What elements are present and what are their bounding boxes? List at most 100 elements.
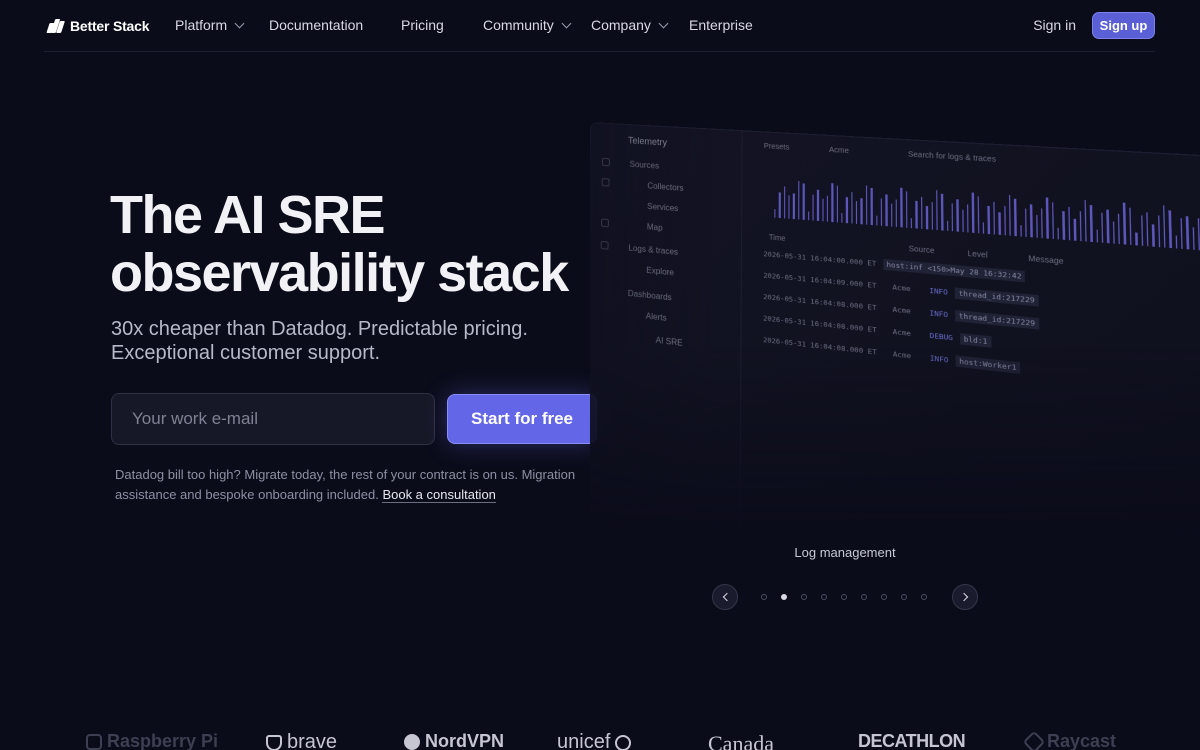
carousel-dot[interactable] — [861, 594, 867, 600]
histogram-bar — [1079, 211, 1081, 241]
histogram-bar — [1052, 202, 1054, 239]
histogram-bar — [906, 191, 908, 228]
histogram-bar — [1046, 198, 1048, 239]
histogram-bar — [1030, 204, 1032, 237]
histogram-bar — [841, 213, 843, 222]
histogram-bar — [1025, 208, 1027, 237]
mock-sidebar-item: Collectors — [647, 181, 683, 193]
histogram-bar — [1186, 216, 1189, 250]
histogram-bar — [832, 184, 834, 223]
carousel-dot[interactable] — [821, 594, 827, 600]
histogram-bar — [1192, 228, 1194, 250]
histogram-bar — [881, 199, 883, 226]
hero-title-line1: The AI SRE — [110, 186, 590, 244]
histogram-bar — [1096, 230, 1098, 243]
histogram-bar — [901, 188, 903, 227]
nav-community[interactable]: Community — [483, 17, 570, 33]
logo-text: Canada — [708, 731, 774, 750]
carousel-dot[interactable] — [921, 594, 927, 600]
migrate-note: Datadog bill too high? Migrate today, th… — [115, 465, 605, 505]
histogram-bar — [856, 201, 858, 224]
nav-pricing[interactable]: Pricing — [401, 17, 444, 33]
histogram-bar — [983, 223, 985, 234]
histogram-bar — [1135, 232, 1137, 245]
histogram-bar — [822, 198, 824, 221]
carousel-dot[interactable] — [841, 594, 847, 600]
histogram-bar — [926, 206, 928, 229]
hero-subtitle: 30x cheaper than Datadog. Predictable pr… — [111, 317, 591, 365]
histogram-bar — [798, 181, 800, 219]
hero-title: The AI SRE observability stack — [110, 186, 590, 302]
carousel-dot[interactable] — [901, 594, 907, 600]
nav-company-label: Company — [591, 17, 651, 33]
mock-sidebar-item: Sources — [630, 160, 660, 171]
customer-logos: Raspberry Pi brave NordVPN unicef Canada… — [0, 728, 1200, 750]
carousel-dot[interactable] — [881, 594, 887, 600]
chevron-right-icon — [959, 593, 967, 601]
histogram-bar — [871, 188, 873, 225]
histogram-bar — [1036, 215, 1038, 238]
carousel-next-button[interactable] — [952, 584, 978, 610]
histogram-bar — [861, 198, 863, 225]
histogram-bar — [851, 192, 853, 224]
histogram-bar — [808, 211, 809, 220]
carousel-prev-button[interactable] — [712, 584, 738, 610]
histogram-bar — [1014, 199, 1016, 236]
logo-text: unicef — [557, 731, 610, 750]
mock-col-time: Time — [769, 234, 786, 243]
nav-platform[interactable]: Platform — [175, 17, 243, 33]
raspberry-pi-icon — [86, 734, 102, 750]
histogram-bar — [916, 201, 918, 228]
logo-canada: Canada — [708, 731, 774, 750]
histogram-bar — [993, 202, 995, 235]
carousel-dot[interactable] — [801, 594, 807, 600]
logo-unicef: unicef — [557, 731, 631, 750]
histogram-bar — [1058, 227, 1060, 239]
carousel-dot[interactable] — [781, 594, 787, 600]
chevron-down-icon — [561, 18, 571, 28]
histogram-bar — [936, 190, 938, 230]
start-for-free-button[interactable]: Start for free — [447, 394, 597, 444]
histogram-bar — [1041, 209, 1043, 239]
histogram-bar — [793, 193, 795, 219]
logo-brave: brave — [266, 731, 337, 750]
nav-enterprise[interactable]: Enterprise — [689, 17, 753, 33]
histogram-bar — [836, 186, 838, 222]
histogram-bar — [967, 204, 969, 232]
chevron-left-icon — [722, 593, 730, 601]
book-consultation-link[interactable]: Book a consultation — [382, 487, 495, 503]
carousel-dot[interactable] — [761, 594, 767, 600]
nav-documentation[interactable]: Documentation — [269, 17, 363, 33]
histogram-bar — [988, 206, 990, 234]
histogram-bar — [1063, 211, 1065, 240]
histogram-bar — [846, 197, 848, 224]
histogram-bar — [957, 199, 959, 232]
histogram-bar — [999, 212, 1001, 235]
hero-title-line2: observability stack — [110, 244, 590, 302]
unicef-globe-icon — [615, 735, 631, 750]
work-email-input[interactable] — [111, 393, 435, 445]
nav-pricing-label: Pricing — [401, 17, 444, 33]
nav-documentation-label: Documentation — [269, 17, 363, 33]
sign-up-button[interactable]: Sign up — [1092, 12, 1155, 39]
map-icon — [601, 218, 609, 227]
better-stack-logo[interactable]: Better Stack — [48, 18, 175, 34]
histogram-bar — [977, 196, 979, 233]
sign-in-link[interactable]: Sign in — [1033, 17, 1076, 33]
logo-text: NordVPN — [425, 731, 504, 750]
log-management-preview: Telemetry Sources Collectors Services Ma… — [590, 122, 1200, 532]
carousel-dots — [761, 594, 927, 600]
product-screenshot: Telemetry Sources Collectors Services Ma… — [590, 122, 1200, 532]
histogram-bar — [817, 189, 819, 221]
histogram-bar — [1169, 211, 1172, 249]
chevron-down-icon — [658, 18, 668, 28]
histogram-bar — [876, 216, 878, 226]
histogram-bar — [951, 203, 953, 231]
histogram-bar — [1163, 205, 1166, 247]
histogram-bar — [1181, 218, 1184, 249]
logo-icon — [48, 19, 64, 33]
logo-text: Raycast — [1047, 731, 1116, 750]
migrate-text: Datadog bill too high? Migrate today, th… — [115, 467, 575, 502]
nav-company[interactable]: Company — [591, 17, 667, 33]
mock-col-source: Source — [909, 246, 935, 256]
